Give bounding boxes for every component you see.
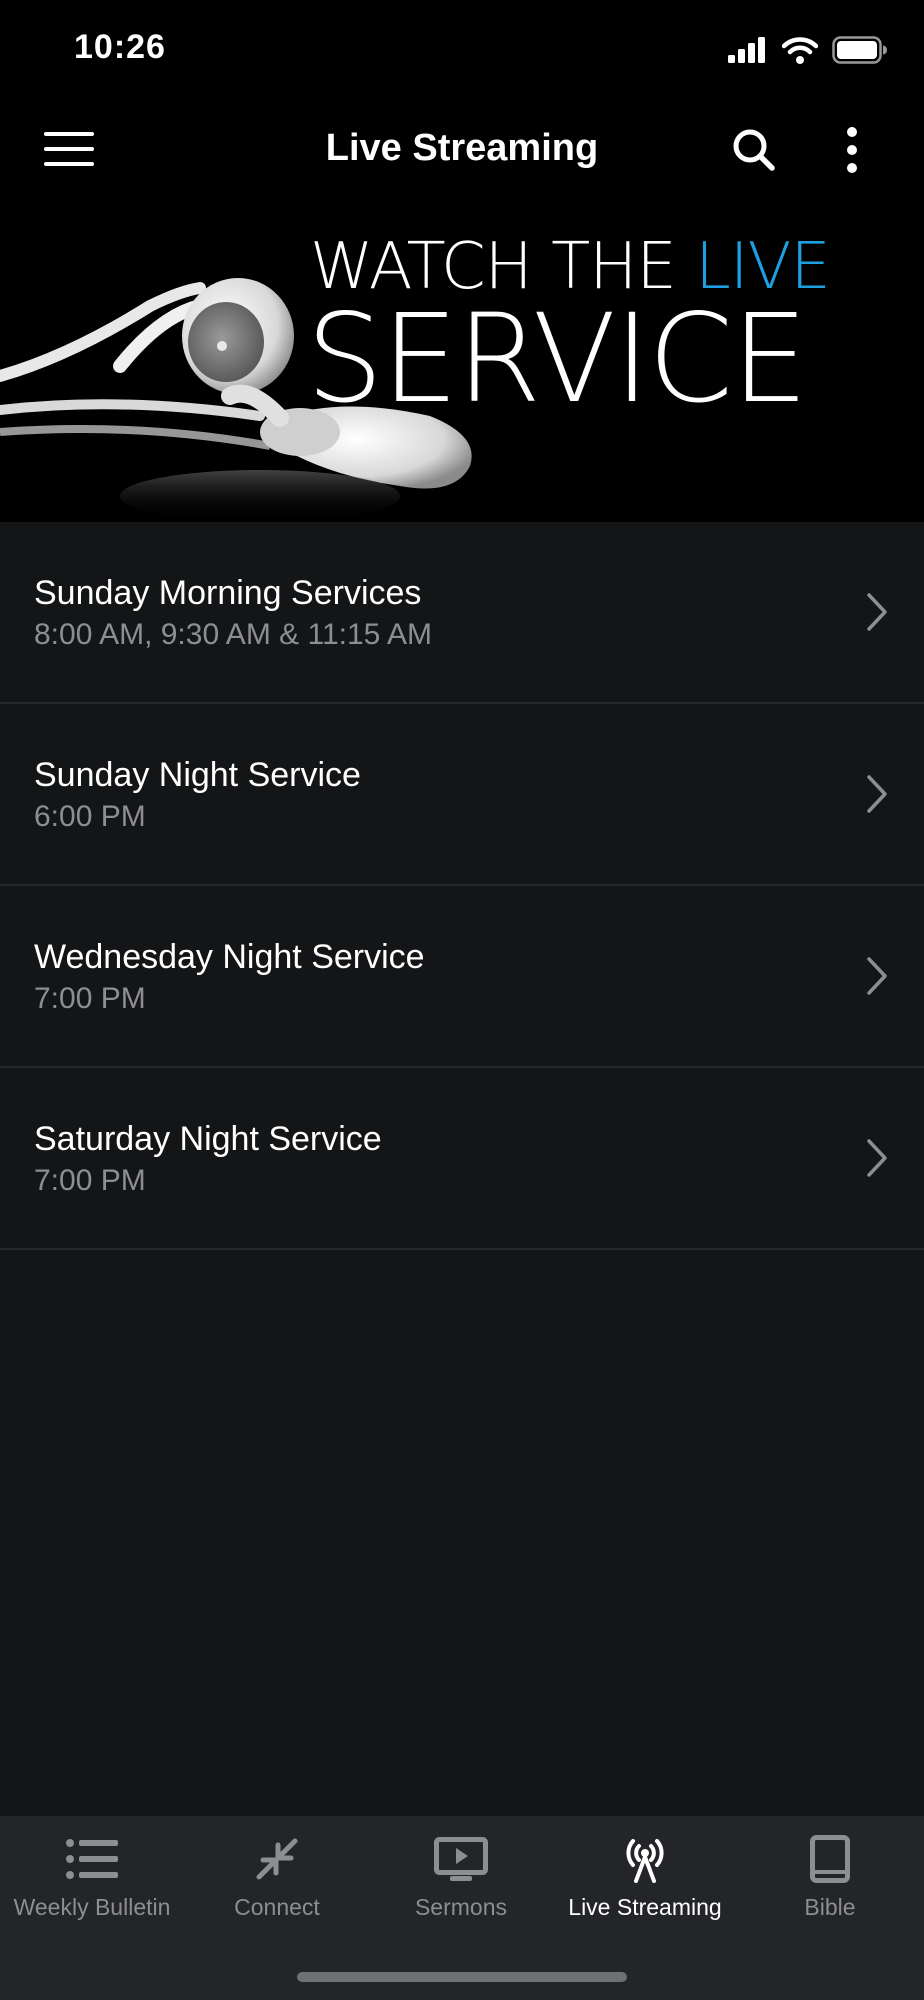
tab-label: Sermons	[414, 1894, 508, 1920]
list-item-sunday-morning[interactable]: Sunday Morning Services 8:00 AM, 9:30 AM…	[0, 522, 924, 704]
wifi-icon	[782, 37, 818, 64]
status-bar: 10:26	[0, 0, 924, 100]
search-icon	[733, 129, 775, 171]
broadcast-tower-icon	[626, 1839, 664, 1883]
home-indicator[interactable]	[297, 1972, 627, 1982]
hero-banner: WATCH THE LIVE SERVICE	[0, 196, 924, 522]
tab-sermons[interactable]: Sermons	[369, 1816, 553, 1956]
list-item-saturday-night[interactable]: Saturday Night Service 7:00 PM	[0, 1068, 924, 1250]
search-button[interactable]	[726, 122, 782, 178]
service-times: 7:00 PM	[34, 982, 146, 1015]
service-times: 8:00 AM, 9:30 AM & 11:15 AM	[34, 618, 433, 651]
service-title: Sunday Night Service	[34, 756, 361, 794]
tab-label: Weekly Bulletin	[13, 1894, 171, 1920]
chevron-right-icon	[867, 957, 887, 995]
service-title: Sunday Morning Services	[34, 574, 422, 612]
video-play-icon	[434, 1837, 488, 1881]
tab-live-streaming[interactable]: Live Streaming	[553, 1816, 737, 1956]
hero-subheadline: SERVICE	[306, 288, 808, 430]
service-title: Wednesday Night Service	[34, 938, 425, 976]
service-title: Saturday Night Service	[34, 1120, 382, 1158]
services-list: Sunday Morning Services 8:00 AM, 9:30 AM…	[0, 522, 924, 1250]
tab-label: Bible	[804, 1894, 856, 1920]
signal-icon	[728, 37, 765, 63]
app-bar: Live Streaming	[0, 100, 924, 196]
status-time: 10:26	[74, 28, 166, 66]
more-options-button[interactable]	[832, 120, 872, 180]
compress-arrows-icon	[256, 1838, 298, 1880]
chevron-right-icon	[867, 1139, 887, 1177]
chevron-right-icon	[867, 593, 887, 631]
page-title: Live Streaming	[325, 127, 599, 169]
tab-weekly-bulletin[interactable]: Weekly Bulletin	[0, 1816, 184, 1956]
status-icons	[728, 36, 888, 64]
battery-icon	[832, 36, 887, 64]
tab-label: Live Streaming	[568, 1894, 722, 1920]
book-icon	[810, 1835, 850, 1883]
tab-label: Connect	[234, 1894, 320, 1920]
list-item-sunday-night[interactable]: Sunday Night Service 6:00 PM	[0, 704, 924, 886]
list-icon	[66, 1839, 118, 1879]
service-times: 6:00 PM	[34, 800, 146, 833]
tab-bible[interactable]: Bible	[738, 1816, 922, 1956]
more-vertical-icon	[847, 127, 857, 173]
tab-connect[interactable]: Connect	[185, 1816, 369, 1956]
service-times: 7:00 PM	[34, 1164, 146, 1197]
list-item-wednesday-night[interactable]: Wednesday Night Service 7:00 PM	[0, 886, 924, 1068]
chevron-right-icon	[867, 775, 887, 813]
